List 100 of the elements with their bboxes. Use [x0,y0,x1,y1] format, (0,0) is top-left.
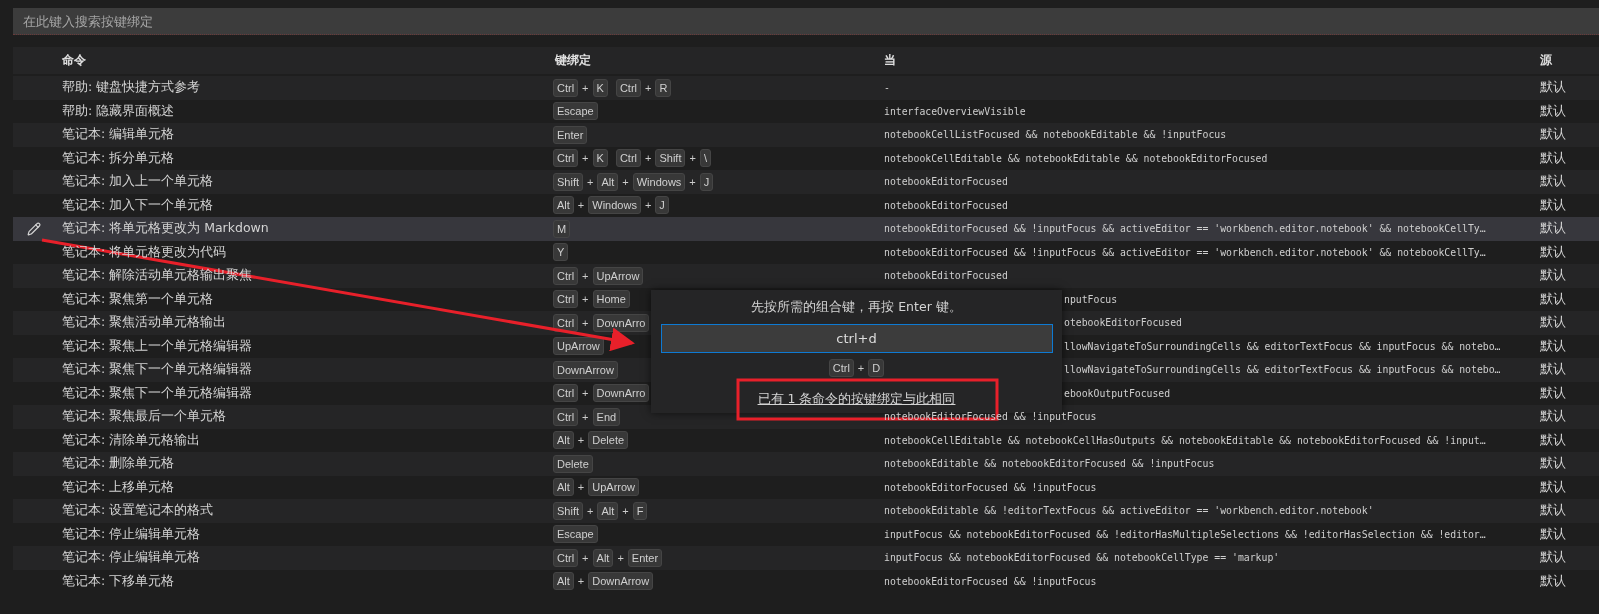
command-cell-text: 笔记本: 清除单元格输出 [61,431,202,449]
when-cell-text: llowNavigateToSurroundingCells && editorTextFocus && inputFocus && notebo… [1064,364,1502,376]
key-chip: Enter [627,548,663,567]
key-chip: Alt [592,548,614,567]
key-chip: Home [592,290,630,309]
plus-sign: + [587,504,594,517]
source-cell-text: 默认 [1539,361,1566,379]
key-chip: R [655,78,672,97]
when-cell-text: otebookEditorFocused [1064,317,1183,329]
key-chip: Alt [597,172,619,191]
key-chip: DownArro [592,384,650,403]
key-chip: F [632,501,648,520]
plus-sign: + [857,362,865,374]
key-chip: UpArrow [588,478,640,497]
source-cell-text: 默认 [1539,455,1566,473]
key-chip: \ [699,149,711,168]
plus-sign: + [582,81,589,94]
command-cell-text: 笔记本: 聚焦最后一个单元格 [61,408,228,426]
key-chip: Delete [588,431,629,450]
key-chip: Delete [553,454,593,473]
key-chip: Ctrl [553,78,579,97]
command-cell-text: 笔记本: 加入上一个单元格 [61,173,215,191]
key-chip: Ctrl [553,313,579,332]
source-cell-text: 默认 [1539,79,1566,97]
when-cell-text: notebookCellEditable && notebookEditable && notebookEditorFocused [883,152,1269,164]
when-cell-text: nputFocus [1064,293,1119,305]
key-chip: Alt [553,196,574,215]
key-chip: Enter [553,125,588,144]
source-cell-text: 默认 [1539,408,1566,426]
when-cell-text: notebookEditable && !editorTextFocus && activeEditor == 'workbench.editor.notebook' [883,505,1375,517]
source-cell-text: 默认 [1539,290,1566,308]
source-cell-text: 默认 [1539,549,1566,567]
when-cell-text: inputFocus && notebookEditorFocused && !editorHasMultipleSelections && !editorHasSelection && !editor… [883,528,1487,540]
key-chip: UpArrow [592,266,644,285]
plus-sign: + [582,551,589,564]
when-cell-text: notebookEditorFocused [883,199,1009,211]
key-chip: Shift [553,172,583,191]
command-cell-text: 笔记本: 聚焦下一个单元格编辑器 [61,361,254,379]
key-chip: Ctrl [828,359,854,377]
key-chip: Ctrl [553,384,579,403]
source-cell-text: 默认 [1539,126,1566,144]
source-cell-text: 默认 [1539,431,1566,449]
source-cell-text: 默认 [1539,337,1566,355]
command-cell-text: 笔记本: 聚焦下一个单元格编辑器 [61,384,254,402]
when-cell-text: notebookEditorFocused [883,176,1009,188]
key-chip: Windows [588,196,641,215]
key-chip: J [699,172,714,191]
plus-sign: + [582,316,589,329]
plus-sign: + [582,269,589,282]
key-chip: Ctrl [615,78,641,97]
plus-sign: + [582,293,589,306]
when-cell-text: ebookOutputFocused [1064,387,1172,399]
key-chip: Alt [553,431,574,450]
key-chip: J [655,196,669,215]
key-chip: M [553,219,571,238]
when-cell-text: notebookEditorFocused && !inputFocus [883,575,1098,587]
key-chip: Ctrl [553,149,579,168]
key-chip: End [592,407,621,426]
when-cell-text: notebookEditorFocused && !inputFocus && activeEditor == 'workbench.editor.notebook' && notebookCellTy… [883,223,1487,235]
key-chip: UpArrow [553,337,604,356]
key-chip: Shift [655,149,686,168]
key-chip: Alt [553,478,574,497]
command-cell-text: 笔记本: 加入下一个单元格 [61,196,215,214]
command-cell-text: 笔记本: 聚焦活动单元格输出 [61,314,228,332]
command-cell-text: 笔记本: 停止编辑单元格 [61,525,202,543]
plus-sign: + [582,152,589,165]
command-cell-text: 帮助: 隐藏界面概述 [61,102,176,120]
source-cell-text: 默认 [1539,149,1566,167]
key-chip: DownArro [592,313,650,332]
when-cell-text: notebookEditorFocused && !inputFocus && activeEditor == 'workbench.editor.notebook' && notebookCellTy… [883,246,1487,258]
source-cell-text: 默认 [1539,196,1566,214]
plus-sign: + [689,175,696,188]
source-cell-text: 默认 [1539,478,1566,496]
source-cell-text: 默认 [1539,220,1566,238]
plus-sign: + [577,481,585,494]
key-chip: Y [553,243,569,262]
key-chip: K [592,78,608,97]
command-cell-text: 笔记本: 下移单元格 [61,572,176,590]
key-chip: Alt [597,501,619,520]
when-cell-text: notebookEditorFocused [883,270,1009,282]
source-cell-text: 默认 [1539,572,1566,590]
source-cell-text: 默认 [1539,314,1566,332]
key-chip: Shift [553,501,583,520]
when-cell-text: inputFocus && notebookEditorFocused && notebookCellType == 'markup' [883,552,1281,564]
plus-sign: + [577,575,585,588]
command-cell-text: 笔记本: 聚焦第一个单元格 [61,290,215,308]
plus-sign: + [582,387,589,400]
source-cell-text: 默认 [1539,384,1566,402]
command-cell-text: 笔记本: 上移单元格 [61,478,176,496]
key-chip: DownArrow [588,572,654,591]
plus-sign: + [644,199,652,212]
plus-sign: + [617,551,624,564]
plus-sign: + [689,152,696,165]
command-cell-text: 笔记本: 删除单元格 [61,455,176,473]
command-cell-text: 笔记本: 将单元格更改为 Markdown [61,220,270,238]
key-chip: Ctrl [553,407,579,426]
command-cell-text: 笔记本: 设置笔记本的格式 [61,502,215,520]
plus-sign: + [582,410,589,423]
plus-sign: + [577,199,585,212]
key-chip: K [592,149,608,168]
